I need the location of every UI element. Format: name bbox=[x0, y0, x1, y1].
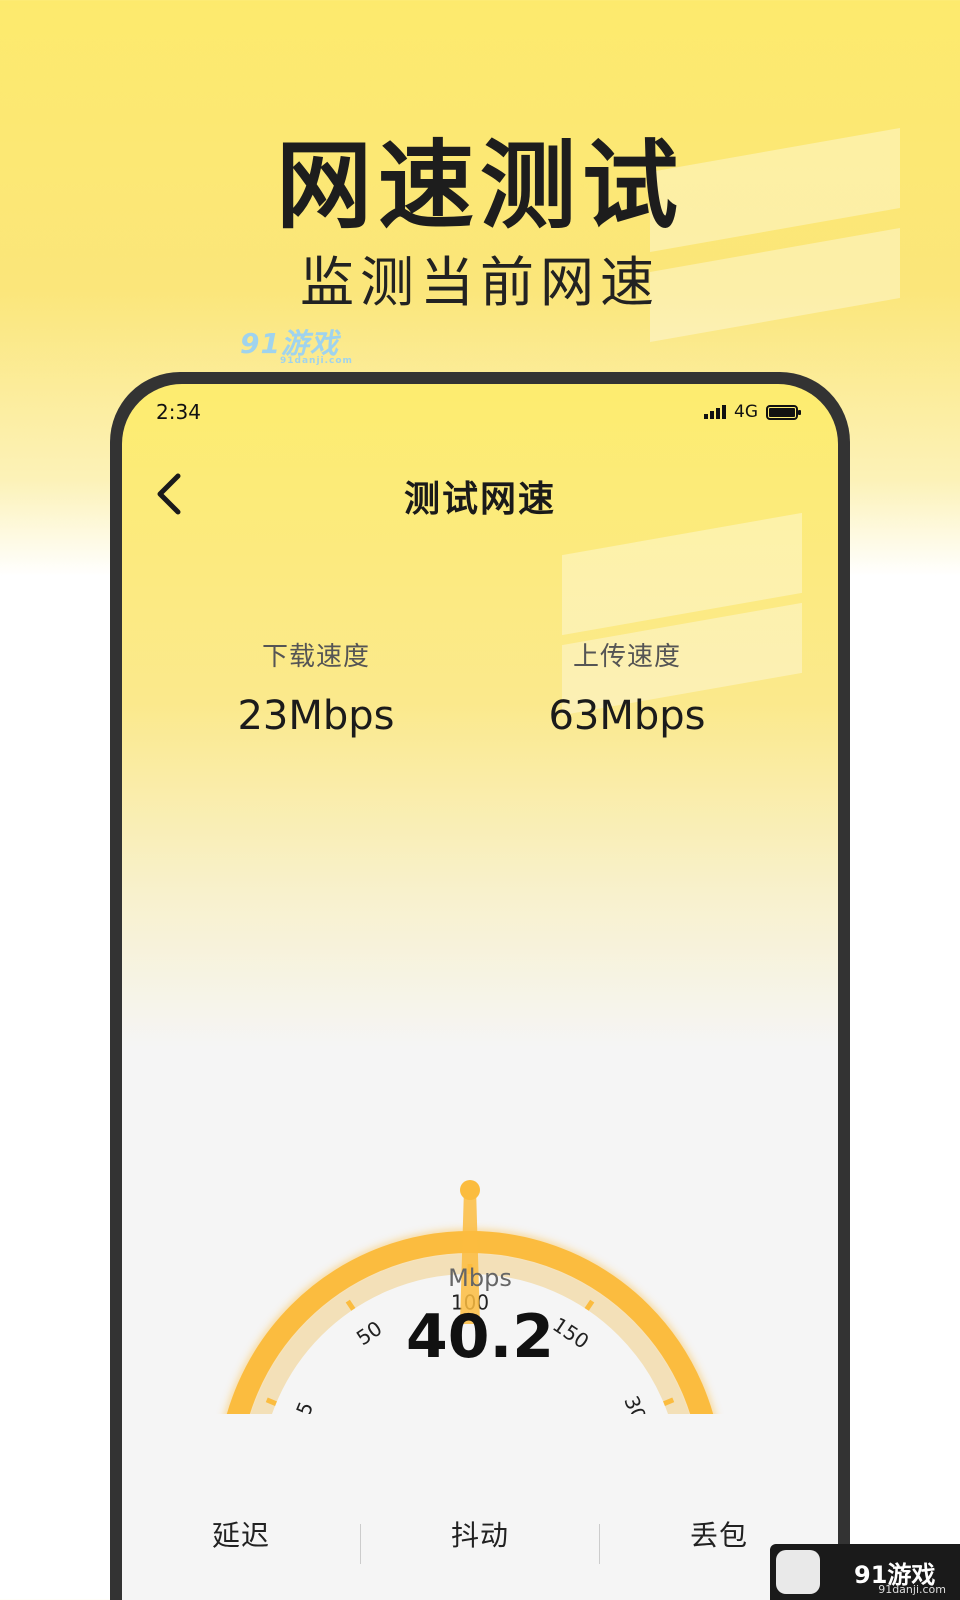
gauge-tick-label: 25 bbox=[286, 1398, 318, 1414]
hero-title: 网速测试 bbox=[276, 130, 684, 242]
footer-watermark: 91游戏 91danji.com bbox=[770, 1544, 960, 1600]
latency-label: 延迟 bbox=[211, 1519, 270, 1552]
phone-screen: 2:34 4G 测试网速 下载速度 23Mbps 上传速度 63Mbps 50 … bbox=[122, 384, 838, 1600]
signal-icon bbox=[704, 405, 726, 419]
watermark-logo: 91游戏 91danji.com bbox=[240, 322, 353, 366]
watermark-logo-icon bbox=[776, 1550, 820, 1594]
page-title: 测试网速 bbox=[403, 479, 556, 520]
metrics-bar: 延迟 抖动 丢包 bbox=[122, 1514, 838, 1574]
status-bar: 2:34 4G bbox=[156, 400, 801, 430]
upload-stat: 上传速度 63Mbps bbox=[477, 636, 777, 739]
hero-subtitle: 监测当前网速 bbox=[300, 251, 660, 314]
footer-url: 91danji.com bbox=[878, 1583, 946, 1596]
download-value: 23Mbps bbox=[237, 693, 395, 739]
phone-frame: 2:34 4G 测试网速 下载速度 23Mbps 上传速度 63Mbps 50 … bbox=[110, 372, 850, 1600]
upload-label: 上传速度 bbox=[572, 642, 681, 672]
nav-bar: 测试网速 bbox=[122, 464, 838, 524]
network-type: 4G bbox=[734, 402, 758, 422]
gauge-tick bbox=[265, 1397, 277, 1406]
gauge-unit: Mbps bbox=[448, 1264, 512, 1292]
upload-value: 63Mbps bbox=[548, 693, 706, 739]
jitter-label: 抖动 bbox=[450, 1519, 509, 1552]
gauge-tick-label: 300 bbox=[619, 1392, 656, 1414]
battery-icon bbox=[766, 404, 801, 420]
watermark-url: 91danji.com bbox=[280, 356, 353, 366]
status-time: 2:34 bbox=[156, 400, 201, 424]
download-stat: 下载速度 23Mbps bbox=[166, 636, 466, 739]
gauge-value: 40.2 bbox=[405, 1302, 555, 1372]
status-right: 4G bbox=[704, 402, 801, 422]
gauge-tick bbox=[663, 1397, 675, 1406]
download-label: 下载速度 bbox=[261, 642, 370, 672]
